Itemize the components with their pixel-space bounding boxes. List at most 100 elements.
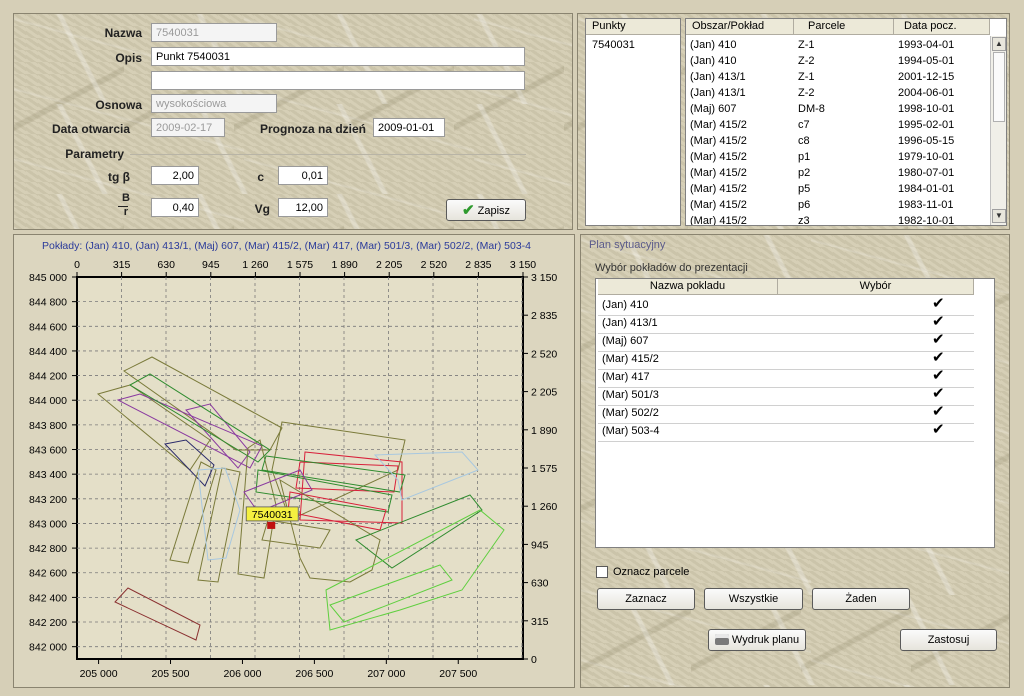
br-label-bottom: r [123,206,128,218]
table-cell: 1980-07-01 [898,167,955,179]
br-field[interactable]: 0,40 [151,198,199,217]
table-cell: Z-1 [798,71,815,83]
scroll-up-icon[interactable]: ▲ [992,37,1006,51]
table-cell: z3 [798,215,810,226]
table-cell: 1998-10-01 [898,103,955,115]
tgb-label: tg β [108,170,130,184]
vg-label: Vg [254,202,270,216]
table-cell: (Jan) 410 [690,39,737,51]
seam-name: (Mar) 503-4 [602,425,660,437]
prognoza-label: Prognoza na dzień [259,122,366,136]
obszar-scrollbar[interactable]: ▲ ▼ [990,36,1006,225]
table-row[interactable]: (Mar) 415/2 c8 1996-05-15 [686,133,988,149]
checkmark-icon[interactable]: ✔ [932,296,945,312]
table-cell: 1996-05-15 [898,135,955,147]
seam-row[interactable]: (Maj) 607 ✔ [598,332,974,352]
table-cell: (Maj) 607 [690,103,737,115]
parameters-panel: Nazwa 7540031 Opis Punkt 7540031 Osnowa … [13,13,573,230]
zaden-button[interactable]: Żaden [812,588,910,610]
seam-name: (Jan) 410 [602,299,649,311]
table-cell: p2 [798,167,811,179]
zapisz-button[interactable]: ✔ Zapisz [446,199,526,221]
lists-panel: Punkty 7540031 Obszar/Pokład Parcele Dat… [577,13,1010,230]
c-label: c [257,170,264,184]
prognoza-field[interactable]: 2009-01-01 [373,118,445,137]
wydruk-planu-label: Wydruk planu [731,634,800,646]
checkmark-icon: ✔ [461,202,475,219]
seam-row[interactable]: (Mar) 417 ✔ [598,368,974,388]
checkmark-icon[interactable]: ✔ [932,350,945,366]
table-cell: (Jan) 413/1 [690,87,746,99]
table-cell: 1984-01-01 [898,183,955,195]
seam-row[interactable]: (Mar) 415/2 ✔ [598,350,974,370]
table-row[interactable]: (Mar) 415/2 c7 1995-02-01 [686,117,988,133]
table-row[interactable]: (Mar) 415/2 p5 1984-01-01 [686,181,988,197]
plan-title: Plan sytuacyjny [589,239,666,251]
column-header-parcele[interactable]: Parcele [794,19,894,35]
nazwa-field[interactable]: 7540031 [151,23,277,42]
seam-row[interactable]: (Jan) 410 ✔ [598,296,974,316]
scroll-down-icon[interactable]: ▼ [992,209,1006,223]
table-cell: DM-8 [798,103,825,115]
seam-name: (Mar) 415/2 [602,353,659,365]
table-cell: Z-2 [798,87,815,99]
zapisz-button-label: Zapisz [477,205,511,217]
table-cell: 1994-05-01 [898,55,955,67]
column-header-wybor[interactable]: Wybór [778,279,974,295]
table-cell: (Mar) 415/2 [690,199,747,211]
table-row[interactable]: (Mar) 415/2 p2 1980-07-01 [686,165,988,181]
table-row[interactable]: (Jan) 410 Z-2 1994-05-01 [686,53,988,69]
table-cell: (Mar) 415/2 [690,167,747,179]
plan-subtitle: Wybór pokładów do prezentacji [595,262,748,274]
checkmark-icon[interactable]: ✔ [932,368,945,384]
osnowa-field[interactable]: wysokościowa [151,94,277,113]
printer-icon [714,634,729,645]
column-header-nazwa-pokladu[interactable]: Nazwa pokladu [598,279,778,295]
seam-row[interactable]: (Jan) 413/1 ✔ [598,314,974,334]
opis-field-line2[interactable] [151,71,525,90]
checkmark-icon[interactable]: ✔ [932,386,945,402]
table-cell: c8 [798,135,810,147]
oznacz-parcele-checkbox[interactable] [596,566,608,578]
column-header-obszar[interactable]: Obszar/Pokład [686,19,794,35]
checkmark-icon[interactable]: ✔ [932,404,945,420]
seam-row[interactable]: (Mar) 503-4 ✔ [598,422,974,442]
plan-panel: Plan sytuacyjny Wybór pokładów do prezen… [580,234,1010,688]
vg-field[interactable]: 12,00 [278,198,328,217]
zastosuj-button[interactable]: Zastosuj [900,629,997,651]
seam-name: (Mar) 417 [602,371,650,383]
table-cell: 1982-10-01 [898,215,955,226]
table-cell: (Jan) 410 [690,55,737,67]
table-row[interactable]: (Mar) 415/2 z3 1982-10-01 [686,213,988,226]
table-row[interactable]: (Mar) 415/2 p1 1979-10-01 [686,149,988,165]
checkmark-icon[interactable]: ✔ [932,332,945,348]
seam-row[interactable]: (Mar) 502/2 ✔ [598,404,974,424]
column-header-data[interactable]: Data pocz. [894,19,990,35]
punkty-header[interactable]: Punkty [586,19,680,35]
table-row[interactable]: (Maj) 607 DM-8 1998-10-01 [686,101,988,117]
table-cell: 2001-12-15 [898,71,955,83]
opis-label: Opis [115,51,142,65]
checkmark-icon[interactable]: ✔ [932,422,945,438]
chart-panel: Pokłady: (Jan) 410, (Jan) 413/1, (Maj) 6… [13,234,575,688]
table-cell: 1979-10-01 [898,151,955,163]
table-row[interactable]: (Jan) 413/1 Z-1 2001-12-15 [686,69,988,85]
seam-name: (Mar) 501/3 [602,389,659,401]
zaznacz-button[interactable]: Zaznacz [597,588,695,610]
scroll-thumb[interactable] [993,52,1005,122]
obszar-table: Obszar/Pokład Parcele Data pocz. (Jan) 4… [685,18,1007,226]
wszystkie-button[interactable]: Wszystkie [704,588,803,610]
seam-row[interactable]: (Mar) 501/3 ✔ [598,386,974,406]
wydruk-planu-button[interactable]: Wydruk planu [708,629,806,651]
tgb-field[interactable]: 2,00 [151,166,199,185]
table-row[interactable]: (Jan) 413/1 Z-2 2004-06-01 [686,85,988,101]
table-row[interactable]: (Mar) 415/2 p6 1983-11-01 [686,197,988,213]
checkmark-icon[interactable]: ✔ [932,314,945,330]
table-row[interactable]: (Jan) 410 Z-1 1993-04-01 [686,37,988,53]
opis-field[interactable]: Punkt 7540031 [151,47,525,66]
data-otwarcia-label: Data otwarcia [51,122,130,136]
c-field[interactable]: 0,01 [278,166,328,185]
data-otwarcia-field[interactable]: 2009-02-17 [151,118,225,137]
punkty-list[interactable]: Punkty 7540031 [585,18,681,226]
list-item[interactable]: 7540031 [592,37,635,53]
